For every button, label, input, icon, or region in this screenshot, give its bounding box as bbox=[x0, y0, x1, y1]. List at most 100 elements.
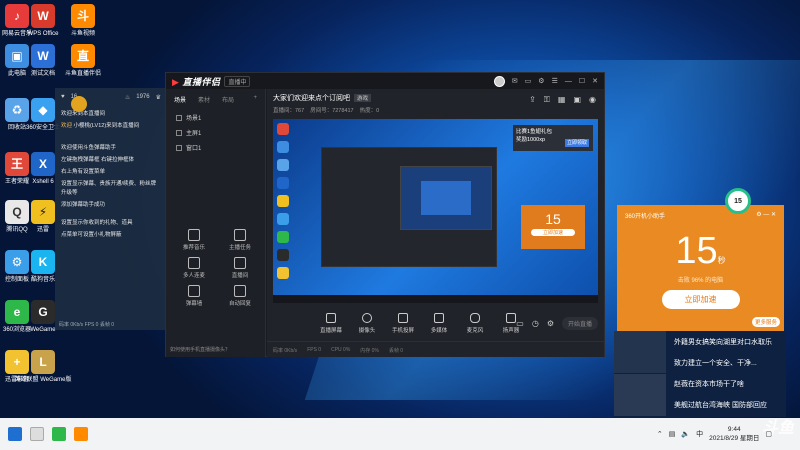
more-services-link[interactable]: 更多服务 bbox=[751, 317, 780, 327]
tray-expand-icon[interactable]: ⌃ bbox=[657, 430, 663, 438]
screen-capture-button[interactable]: 直播屏幕 bbox=[315, 312, 347, 334]
mail-icon[interactable]: ✉ bbox=[512, 77, 518, 85]
status-bar: 码率 0Kb/s FPS 0 CPU 0% 内存 0% 丢帧 0 bbox=[267, 341, 604, 357]
record-video-icon[interactable]: ▭ bbox=[516, 319, 524, 328]
news-item[interactable]: 赵薇在资本市场干了啥 bbox=[668, 373, 786, 394]
wegame-icon: G bbox=[31, 300, 55, 324]
user-avatar[interactable] bbox=[493, 75, 505, 87]
avatar bbox=[71, 96, 87, 112]
category-tag[interactable]: 游戏 bbox=[354, 94, 372, 102]
news-item[interactable]: 美舰过航台湾海峡 国防部回应 bbox=[668, 394, 786, 415]
desktop-icon[interactable]: L 英雄联盟 WeGame版 bbox=[12, 350, 74, 384]
widget-header: 360开机小助手 ⚙ — ✕ bbox=[625, 212, 776, 220]
kugou-icon: K bbox=[31, 250, 55, 274]
skin-icon[interactable]: ▭ bbox=[525, 77, 532, 85]
close-icon[interactable]: ✕ bbox=[771, 212, 776, 218]
chat-message-list: 欢迎来到本直播间 欢迎 小樱桃(LV12)来到本直播间 欢迎使用斗鱼弹幕助手 左… bbox=[55, 106, 167, 247]
tab-scenes[interactable]: 场景 bbox=[174, 95, 186, 104]
ime-icon[interactable]: 中 bbox=[696, 429, 703, 439]
scene-item[interactable]: 窗口1 bbox=[166, 140, 265, 155]
tool-multi-mic[interactable]: 多人连麦 bbox=[174, 257, 214, 279]
nested-preview-inner bbox=[421, 181, 471, 215]
desktop-icon[interactable]: 斗斗鱼视频 bbox=[52, 4, 114, 38]
scene-item[interactable]: 场景1 bbox=[166, 110, 265, 125]
tool-room[interactable]: 直播间 bbox=[220, 257, 260, 279]
douyu-live-icon[interactable] bbox=[74, 427, 88, 441]
pip-icon[interactable]: ▣ bbox=[573, 95, 581, 105]
screen-icon bbox=[326, 312, 336, 323]
record-icon[interactable]: ◉ bbox=[589, 95, 596, 105]
preview-timer-widget: 15 立即加速 bbox=[521, 205, 585, 249]
nested-app-window bbox=[321, 147, 497, 267]
network-icon[interactable]: ▤ bbox=[669, 430, 676, 438]
preview-desktop-icons bbox=[277, 123, 307, 293]
tool-task[interactable]: 主播任务 bbox=[220, 229, 260, 251]
volume-icon[interactable]: 🔈 bbox=[681, 430, 690, 438]
tab-layout[interactable]: 布局 bbox=[222, 95, 234, 104]
timer-icon[interactable]: ◷ bbox=[532, 319, 539, 328]
danmu-chat-overlay[interactable]: ♥ 16 ♨ 1976 ♛ 欢迎来到本直播间 欢迎 小樱桃(LV12)来到本直播… bbox=[55, 88, 167, 330]
tool-music[interactable]: 推荐音乐 bbox=[174, 229, 214, 251]
settings-icon[interactable]: ⚙ bbox=[547, 319, 554, 328]
menu-icon[interactable]: ☰ bbox=[552, 77, 558, 85]
clock[interactable]: 9:44 2021/8/29 星期日 bbox=[709, 425, 759, 443]
preview-taskbar bbox=[273, 295, 598, 303]
nested-preview bbox=[400, 166, 492, 230]
stream-preview[interactable]: 比赛1鱼翅礼包 奖励1000xp 立即领取 15 立即加速 bbox=[273, 119, 598, 303]
desktop-icon[interactable]: 直斗鱼直播伴侣 bbox=[52, 44, 114, 78]
maximize-icon[interactable]: ☐ bbox=[579, 77, 585, 85]
media-button[interactable]: 多媒体 bbox=[423, 312, 455, 334]
live-controls: ▭ ◷ ⚙ 开始直播 bbox=[516, 317, 598, 330]
live-companion-window[interactable]: ▶ 直播伴侣 直播中 ✉ ▭ ⚙ ☰ — ☐ ✕ 场景 素材 布局 + 场景1 … bbox=[165, 72, 605, 357]
camera-button[interactable]: 摄像头 bbox=[351, 312, 383, 334]
crown-icon[interactable]: ♛ bbox=[156, 94, 161, 101]
tool-danmu-wall[interactable]: 弹幕墙 bbox=[174, 285, 214, 307]
scene-tabs: 场景 素材 布局 + bbox=[166, 89, 265, 110]
boot-rank: 击败 96% 的电脑 bbox=[677, 278, 724, 284]
xshell-icon: X bbox=[31, 152, 55, 176]
title-bar[interactable]: ▶ 直播伴侣 直播中 ✉ ▭ ⚙ ☰ — ☐ ✕ bbox=[166, 73, 604, 89]
camera-icon bbox=[362, 312, 372, 323]
settings-icon[interactable]: ⚙ bbox=[756, 212, 761, 218]
browser-icon[interactable] bbox=[52, 427, 66, 441]
header-icons: ⇪ ⚿ ▦ ▣ ◉ bbox=[529, 95, 596, 105]
microphone-button[interactable]: 麦克风 bbox=[459, 312, 491, 334]
task-icon bbox=[234, 229, 246, 241]
task-view-icon[interactable] bbox=[30, 427, 44, 441]
tab-sources[interactable]: 素材 bbox=[198, 95, 210, 104]
settings-icon[interactable]: ⚙ bbox=[538, 77, 544, 85]
boot-speed-widget[interactable]: 360开机小助手 ⚙ — ✕ 15秒 击败 96% 的电脑 立即加速 更多服务 bbox=[617, 205, 784, 331]
chat-message: 欢迎使用斗鱼弹幕助手 bbox=[61, 145, 117, 151]
douyu-live-icon: 直 bbox=[71, 44, 95, 68]
fire-icon: ♨ bbox=[124, 94, 131, 101]
share-icon[interactable]: ⇪ bbox=[529, 95, 536, 105]
chat-message: 点菜单可设置小礼物屏蔽 bbox=[61, 232, 122, 238]
grid-icon[interactable]: ▦ bbox=[558, 95, 566, 105]
help-link[interactable]: 如何使用手机直播摄像头？ bbox=[170, 346, 230, 353]
chat-message: 添加弹幕助手成功 bbox=[61, 202, 106, 208]
scene-item[interactable]: 主屏1 bbox=[166, 125, 265, 140]
window-controls: ✉ ▭ ⚙ ☰ — ☐ ✕ bbox=[493, 75, 598, 87]
start-live-button[interactable]: 开始直播 bbox=[561, 317, 598, 330]
close-icon[interactable]: ✕ bbox=[592, 77, 598, 85]
boot-badge[interactable]: 15 bbox=[725, 188, 751, 214]
danmu-wall-icon bbox=[188, 285, 200, 297]
add-icon[interactable]: + bbox=[253, 95, 257, 104]
lol-icon: L bbox=[31, 350, 55, 374]
stream-header: 大家们欢迎来点个订阅吧 游戏 直播间：767 房间号：7278417 热度：0 … bbox=[267, 89, 604, 115]
news-item[interactable]: 致力建立一个安全、干净... bbox=[668, 352, 786, 373]
start-icon[interactable] bbox=[8, 427, 22, 441]
lock-icon[interactable]: ⚿ bbox=[544, 95, 550, 105]
news-thumbnail[interactable] bbox=[614, 331, 666, 373]
heat-value: 1976 bbox=[136, 94, 150, 100]
tool-auto-reply[interactable]: 自动回复 bbox=[220, 285, 260, 307]
news-item[interactable]: 外籍男女搞笑向湖里对口水取乐 bbox=[668, 331, 786, 352]
phone-cast-button[interactable]: 手机投屏 bbox=[387, 312, 419, 334]
taskbar: ⌃ ▤ 🔈 中 9:44 2021/8/29 星期日 ▢ bbox=[0, 418, 800, 450]
minimize-icon[interactable]: — bbox=[763, 212, 769, 218]
news-thumbnail[interactable] bbox=[614, 374, 666, 416]
minimize-icon[interactable]: — bbox=[565, 78, 572, 85]
boot-time: 15秒 bbox=[675, 230, 726, 272]
speed-up-button[interactable]: 立即加速 bbox=[661, 290, 740, 309]
chat-message: 欢迎 小樱桃(LV12)来到本直播间 bbox=[61, 123, 140, 129]
